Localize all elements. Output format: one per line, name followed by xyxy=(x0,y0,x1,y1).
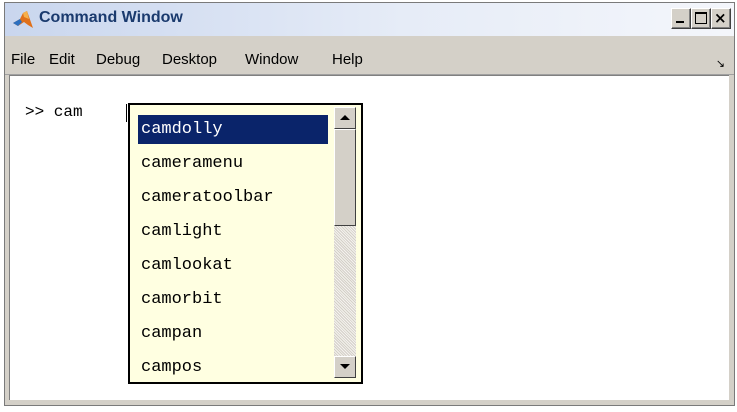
scroll-up-button[interactable] xyxy=(334,107,356,129)
scroll-down-button[interactable] xyxy=(334,356,356,378)
autocomplete-item[interactable]: campan xyxy=(138,319,328,348)
autocomplete-item[interactable]: campos xyxy=(138,353,328,382)
autocomplete-item[interactable]: camlookat xyxy=(138,251,328,280)
menu-desktop[interactable]: Desktop xyxy=(162,51,217,68)
command-window: Command Window × File Edit Debug Desktop… xyxy=(4,2,735,406)
title-bar[interactable]: Command Window × xyxy=(5,3,734,36)
vertical-scrollbar[interactable] xyxy=(334,107,356,378)
window-title: Command Window xyxy=(39,9,183,26)
command-prompt: >> cam xyxy=(25,103,83,121)
close-button[interactable]: × xyxy=(711,8,731,29)
autocomplete-item[interactable]: camdolly xyxy=(138,115,328,144)
minimize-icon xyxy=(676,21,684,23)
autocomplete-item[interactable]: camorbit xyxy=(138,285,328,314)
scrollbar-thumb[interactable] xyxy=(334,129,356,226)
close-icon: × xyxy=(714,9,727,27)
maximize-button[interactable] xyxy=(691,8,711,29)
minimize-button[interactable] xyxy=(671,8,691,29)
autocomplete-item[interactable]: camlight xyxy=(138,217,328,246)
autocomplete-item[interactable]: cameramenu xyxy=(138,149,328,178)
maximize-icon xyxy=(695,12,707,24)
command-input-area[interactable]: >> cam xyxy=(9,75,729,400)
menu-window[interactable]: Window xyxy=(245,51,298,68)
autocomplete-popup: camdolly cameramenu cameratoolbar camlig… xyxy=(128,103,363,384)
menu-debug[interactable]: Debug xyxy=(96,51,140,68)
menu-edit[interactable]: Edit xyxy=(49,51,75,68)
arrow-down-icon xyxy=(340,364,350,369)
menu-file[interactable]: File xyxy=(11,51,35,68)
menu-help[interactable]: Help xyxy=(332,51,363,68)
autocomplete-list: camdolly cameramenu cameratoolbar camlig… xyxy=(130,105,333,382)
matlab-logo-icon xyxy=(13,11,33,28)
text-caret xyxy=(126,104,127,122)
arrow-up-icon xyxy=(340,115,350,120)
menu-bar: File Edit Debug Desktop Window Help ↘ xyxy=(5,36,734,75)
autocomplete-item[interactable]: cameratoolbar xyxy=(138,183,328,212)
undock-arrow-icon[interactable]: ↘ xyxy=(716,57,725,70)
